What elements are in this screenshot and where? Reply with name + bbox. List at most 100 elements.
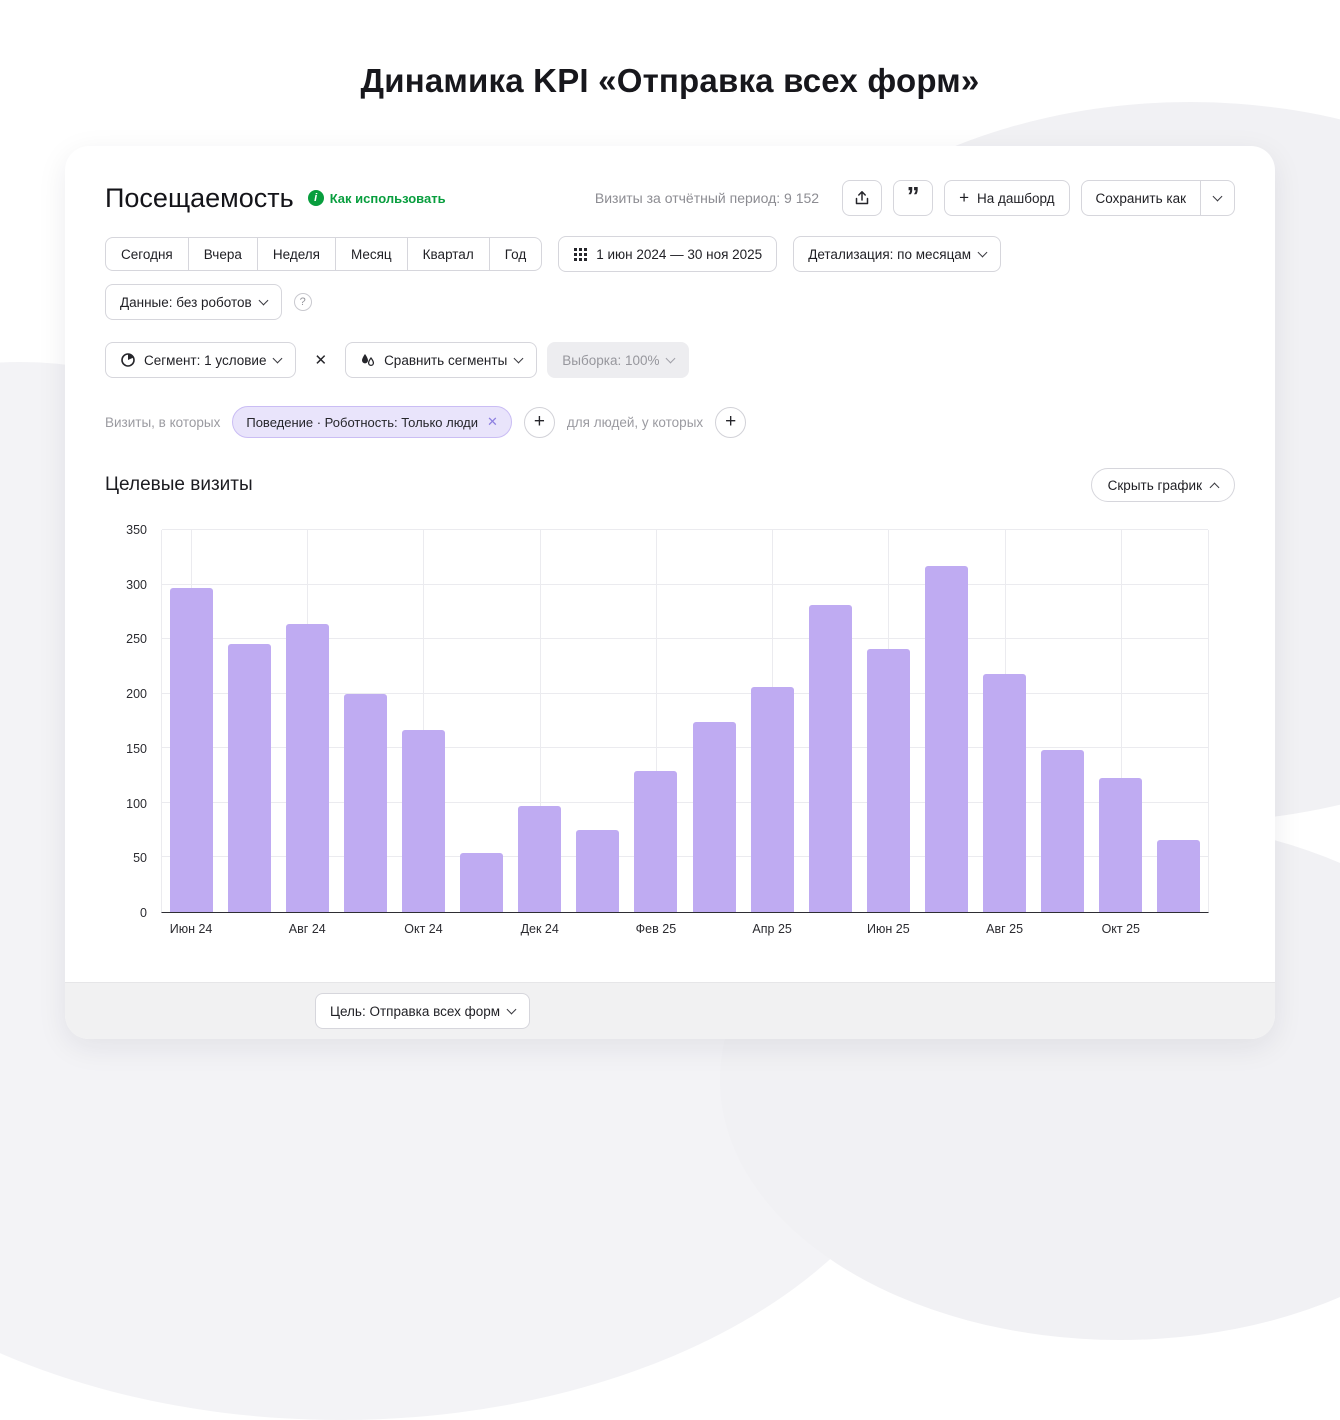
goal-select-button[interactable]: Цель: Отправка всех форм [315, 993, 530, 1029]
chart-bar[interactable] [460, 853, 503, 912]
hide-chart-button[interactable]: Скрыть график [1091, 468, 1235, 502]
chart-bar[interactable] [809, 605, 852, 912]
tab-week[interactable]: Неделя [257, 237, 336, 271]
data-mode-label: Данные: без роботов [120, 295, 252, 310]
y-tick-label: 150 [126, 742, 147, 756]
bar-slot [1150, 530, 1208, 912]
chart-bar[interactable] [925, 566, 968, 912]
segment-label: Сегмент: 1 условие [144, 353, 266, 368]
chart-bar[interactable] [751, 687, 794, 912]
chevron-down-icon [258, 295, 268, 305]
save-as-split: Сохранить как [1081, 180, 1235, 216]
compare-segments-button[interactable]: Сравнить сегменты [345, 342, 537, 378]
bar-slot: Июн 25 [859, 530, 917, 912]
y-tick-label: 250 [126, 632, 147, 646]
tab-month[interactable]: Месяц [335, 237, 408, 271]
add-visit-filter-button[interactable]: + [524, 407, 555, 438]
bar-slot [569, 530, 627, 912]
chart-bar[interactable] [344, 694, 387, 912]
bar-slot [336, 530, 394, 912]
bar-slot [220, 530, 278, 912]
tab-year[interactable]: Год [489, 237, 543, 271]
bar-slot: Фев 25 [627, 530, 685, 912]
tab-quarter[interactable]: Квартал [407, 237, 490, 271]
chart-bar[interactable] [518, 806, 561, 912]
to-dashboard-label: На дашборд [977, 191, 1055, 206]
upload-icon [854, 190, 870, 206]
x-tick-label: Апр 25 [752, 922, 791, 936]
bar-slot [917, 530, 975, 912]
visits-filter-label: Визиты, в которых [105, 415, 220, 430]
card-footer: Цель: Отправка всех форм [65, 982, 1275, 1039]
sample-button[interactable]: Выборка: 100% [547, 342, 689, 378]
x-tick-label: Окт 25 [1102, 922, 1140, 936]
period-tabs: Сегодня Вчера Неделя Месяц Квартал Год [105, 237, 542, 271]
clear-segment-button[interactable]: ✕ [306, 347, 335, 373]
date-range-label: 1 июн 2024 — 30 ноя 2025 [596, 247, 762, 262]
save-as-label: Сохранить как [1096, 191, 1186, 206]
data-mode-button[interactable]: Данные: без роботов [105, 284, 282, 320]
chart-bar[interactable] [170, 588, 213, 912]
chart-bar[interactable] [286, 624, 329, 912]
chart-section-header: Целевые визиты Скрыть график [105, 468, 1235, 502]
plus-icon: + [959, 189, 969, 206]
comments-button[interactable]: ” [893, 180, 933, 216]
chart-bar[interactable] [1041, 750, 1084, 912]
people-filter-label: для людей, у которых [567, 415, 703, 430]
chart-bar[interactable] [693, 722, 736, 912]
save-as-button[interactable]: Сохранить как [1081, 180, 1201, 216]
to-dashboard-button[interactable]: + На дашборд [944, 180, 1069, 216]
chart-bar[interactable] [1099, 778, 1142, 912]
bar-slot: Апр 25 [743, 530, 801, 912]
x-tick-label: Окт 24 [404, 922, 442, 936]
y-tick-label: 100 [126, 797, 147, 811]
plot-area: Июн 24Авг 24Окт 24Дек 24Фев 25Апр 25Июн … [161, 530, 1209, 913]
x-tick-label: Фев 25 [636, 922, 676, 936]
bars-container: Июн 24Авг 24Окт 24Дек 24Фев 25Апр 25Июн … [162, 530, 1208, 912]
filter-row: Визиты, в которых Поведение · Роботность… [105, 406, 1235, 438]
x-tick-label: Авг 24 [289, 922, 326, 936]
chart-bar[interactable] [1157, 840, 1200, 912]
chip-close-icon[interactable]: ✕ [487, 414, 498, 430]
add-people-filter-button[interactable]: + [715, 407, 746, 438]
tab-yesterday[interactable]: Вчера [188, 237, 258, 271]
segment-button[interactable]: Сегмент: 1 условие [105, 342, 296, 378]
chevron-down-icon [273, 353, 283, 363]
bar-slot [685, 530, 743, 912]
droplets-icon [360, 352, 376, 368]
chevron-down-icon [666, 353, 676, 363]
x-tick-label: Авг 25 [986, 922, 1023, 936]
tab-today[interactable]: Сегодня [105, 237, 189, 271]
chart-bar[interactable] [576, 830, 619, 912]
chart-bar[interactable] [634, 771, 677, 912]
chart-bar[interactable] [402, 730, 445, 912]
y-tick-label: 50 [133, 851, 147, 865]
chevron-down-icon [978, 247, 988, 257]
hide-chart-label: Скрыть график [1108, 478, 1202, 493]
chevron-down-icon [514, 353, 524, 363]
visits-summary: Визиты за отчётный период: 9 152 [595, 190, 819, 206]
export-button[interactable] [842, 180, 882, 216]
behavior-chip[interactable]: Поведение · Роботность: Только люди ✕ [232, 406, 512, 438]
how-to-use-link[interactable]: i Как использовать [308, 190, 446, 206]
page-title: Динамика KPI «Отправка всех форм» [0, 62, 1340, 100]
chart-bar[interactable] [228, 644, 271, 912]
how-to-use-label: Как использовать [330, 191, 446, 206]
bar-slot [1034, 530, 1092, 912]
save-as-dropdown-button[interactable] [1201, 180, 1235, 216]
date-range-button[interactable]: 1 июн 2024 — 30 ноя 2025 [558, 236, 777, 272]
chart-bar[interactable] [867, 649, 910, 912]
header-actions: Визиты за отчётный период: 9 152 ” + На … [595, 180, 1235, 216]
goal-label: Цель: Отправка всех форм [330, 1004, 500, 1019]
goal-visits-chart: 050100150200250300350 Июн 24Авг 24Окт 24… [105, 530, 1235, 913]
close-icon: ✕ [314, 352, 327, 369]
chart-bar[interactable] [983, 674, 1026, 912]
y-tick-label: 0 [140, 906, 147, 920]
help-icon[interactable]: ? [294, 293, 312, 311]
y-tick-label: 300 [126, 578, 147, 592]
chevron-down-icon [507, 1004, 517, 1014]
y-tick-label: 200 [126, 687, 147, 701]
section-title: Целевые визиты [105, 474, 253, 496]
calendar-grid-icon [573, 247, 588, 262]
detalization-button[interactable]: Детализация: по месяцам [793, 236, 1001, 272]
